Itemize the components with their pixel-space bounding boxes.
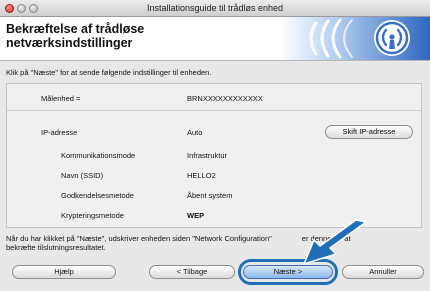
auth-label: Godkendelsesmetode [61,191,134,200]
ip-label: IP-adresse [41,128,78,137]
change-ip-button[interactable]: Skift IP-adresse [325,125,413,139]
window-titlebar: Installationsguide til trådløs enhed [0,0,430,17]
ssid-label: Navn (SSID) [61,171,104,180]
page-title-line-1: Bekræftelse af trådløse [6,22,145,36]
pointer-arrow-icon [303,219,367,265]
comm-mode-label: Kommunikationsmode [61,151,136,160]
page-header: Bekræftelse af trådløse netværksindstill… [0,17,430,61]
comm-mode-value: Infrastruktur [187,151,228,160]
page-title: Bekræftelse af trådløse netværksindstill… [6,22,266,50]
target-value: BRNXXXXXXXXXXXX [187,94,263,103]
ip-value: Auto [187,128,203,137]
settings-panel: Målenhed = BRNXXXXXXXXXXXX IP-adresse Au… [6,83,422,228]
page-title-line-2: netværksindstillinger [6,36,133,50]
settings-row-target: Målenhed = BRNXXXXXXXXXXXX [7,88,421,111]
wireless-signal-icon [280,17,430,60]
settings-row-comm-mode: Kommunikationsmode Infrastruktur [7,147,421,165]
note-part-1: Når du har klikket på "Næste", udskriver… [6,234,272,243]
help-button[interactable]: Hjælp [12,265,116,279]
window-title: Installationsguide til trådløs enhed [146,3,284,13]
settings-row-ssid: Navn (SSID) HELLO2 [7,167,421,185]
encryption-label: Krypteringsmetode [61,211,124,220]
instruction-text: Klik på "Næste" for at sende følgende in… [6,68,212,77]
auth-value: Åbent system [187,191,233,200]
settings-row-ip: IP-adresse Auto Skift IP-adresse [7,124,421,142]
back-button[interactable]: < Tilbage [149,265,235,279]
ssid-value: HELLO2 [187,171,216,180]
settings-row-auth: Godkendelsesmetode Åbent system [7,187,421,205]
target-label: Målenhed = [41,94,81,103]
encryption-value: WEP [187,211,205,220]
